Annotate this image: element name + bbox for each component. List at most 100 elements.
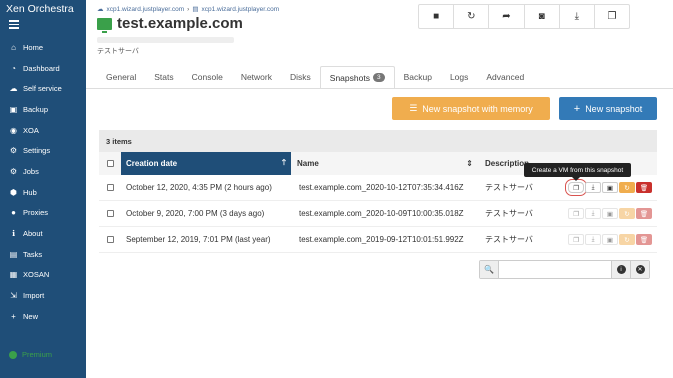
chevron-right-icon: ›	[187, 5, 190, 13]
sidebar-item-jobs[interactable]: ⚙ Jobs	[0, 161, 86, 182]
snapshot-button[interactable]: ◙	[525, 5, 560, 28]
tab-network[interactable]: Network	[232, 66, 281, 88]
jobs-icon: ⚙	[9, 166, 18, 176]
cloud-icon: ☁	[97, 6, 104, 13]
revert-snapshot-button[interactable]: ↻	[619, 208, 635, 219]
migrate-icon: ➦	[502, 11, 511, 22]
trash-icon: 🗑	[639, 210, 649, 218]
copy-button[interactable]: ❐	[595, 5, 629, 28]
export-button[interactable]: ⤓	[560, 5, 595, 28]
files-icon: ▣	[606, 236, 614, 244]
revert-snapshot-button[interactable]: ↻	[619, 234, 635, 245]
plus-icon: +	[11, 311, 16, 321]
search-input[interactable]	[499, 261, 611, 278]
restart-button[interactable]: ↻	[454, 5, 490, 28]
sidebar-item-import[interactable]: ⇲ Import	[0, 285, 86, 306]
home-icon: ⌂	[11, 42, 16, 52]
revert-icon: ↻	[624, 210, 630, 218]
cell-description[interactable]: テストサーバ	[485, 182, 568, 193]
copy-icon: ❐	[573, 236, 579, 244]
server-icon: ▤	[192, 6, 199, 13]
select-all-checkbox[interactable]	[106, 160, 114, 167]
cell-description[interactable]: テストサーバ	[485, 208, 568, 219]
new-snapshot-with-memory-button[interactable]: ☰ New snapshot with memory	[392, 97, 550, 120]
menu-toggle-icon[interactable]	[9, 20, 19, 29]
column-header-creation-date[interactable]: Creation date 🡑	[121, 152, 291, 175]
sidebar-item-dashboard[interactable]: ◔ Dashboard	[0, 58, 86, 79]
tab-advanced[interactable]: Advanced	[477, 66, 533, 88]
breadcrumb-host[interactable]: xcp1.wizard.justplayer.com	[202, 6, 280, 13]
cell-name[interactable]: test.example.com_2020-10-12T07:35:34.416…	[297, 183, 485, 192]
filter-help-button[interactable]: i	[611, 261, 630, 278]
column-header-name[interactable]: Name ⇕	[297, 159, 479, 168]
premium-icon	[9, 350, 17, 359]
create-vm-from-snapshot-button[interactable]: ❐	[565, 179, 587, 196]
tab-console[interactable]: Console	[183, 66, 232, 88]
sidebar-item-settings[interactable]: ⚙ Settings	[0, 140, 86, 161]
vm-name[interactable]: test.example.com	[117, 15, 243, 32]
sidebar-item-hub[interactable]: ⬢ Hub	[0, 182, 86, 203]
info-icon: i	[616, 265, 626, 274]
column-header-description[interactable]: Description	[479, 159, 529, 168]
migrate-button[interactable]: ➦	[489, 5, 525, 28]
tab-general[interactable]: General	[97, 66, 145, 88]
app-title[interactable]: Xen Orchestra	[6, 3, 74, 15]
breadcrumb-pool[interactable]: xcp1.wizard.justplayer.com	[107, 6, 185, 13]
sidebar-item-proxies[interactable]: ● Proxies	[0, 203, 86, 224]
delete-snapshot-button[interactable]: 🗑	[636, 182, 652, 193]
delete-snapshot-button[interactable]: 🗑	[636, 234, 652, 245]
sidebar-item-about[interactable]: ℹ About	[0, 223, 86, 244]
sidebar-item-new[interactable]: + New	[0, 306, 86, 327]
cell-name[interactable]: test.example.com_2019-09-12T10:01:51.992…	[297, 235, 485, 244]
sliders-icon: ☰	[409, 103, 418, 113]
tab-logs[interactable]: Logs	[441, 66, 477, 88]
create-vm-from-snapshot-button[interactable]: ❐	[568, 208, 584, 219]
revert-snapshot-button[interactable]: ↻	[619, 182, 635, 193]
revert-icon: ↻	[624, 236, 630, 244]
cell-name[interactable]: test.example.com_2020-10-09T10:00:35.018…	[297, 209, 485, 218]
new-snapshot-button[interactable]: + New snapshot	[559, 97, 657, 120]
tooltip: Create a VM from this snapshot	[524, 163, 631, 181]
sidebar-item-self-service[interactable]: ☁ Self service	[0, 78, 86, 99]
tab-disks[interactable]: Disks	[281, 66, 320, 88]
export-snapshot-button[interactable]: ⤓	[585, 208, 601, 219]
export-snapshot-button[interactable]: ⤓	[585, 182, 601, 193]
vm-running-icon	[97, 17, 112, 33]
export-snapshot-button[interactable]: ⤓	[585, 234, 601, 245]
cell-creation-date: October 9, 2020, 7:00 PM (3 days ago)	[126, 209, 265, 218]
tab-label: Snapshots	[329, 72, 370, 83]
vm-description[interactable]: テストサーバ	[97, 46, 139, 56]
copy-snapshot-button[interactable]: ▣	[602, 208, 618, 219]
sidebar-item-tasks[interactable]: ▤ Tasks	[0, 244, 86, 265]
copy-icon: ❐	[607, 11, 617, 22]
cloud-icon: ☁	[9, 84, 18, 94]
sidebar-item-xosan[interactable]: ▦ XOSAN	[0, 265, 86, 286]
sort-icon: ⇕	[466, 159, 473, 168]
copy-snapshot-button[interactable]: ▣	[602, 234, 618, 245]
sidebar-item-label: Self service	[23, 84, 62, 94]
row-actions: ❐ ⤓ ▣ ↻ 🗑	[568, 234, 652, 245]
row-checkbox[interactable]	[106, 210, 114, 217]
cell-creation-date: October 12, 2020, 4:35 PM (2 hours ago)	[126, 183, 272, 192]
tab-stats[interactable]: Stats	[145, 66, 182, 88]
backup-icon: ▣	[9, 104, 18, 114]
delete-snapshot-button[interactable]: 🗑	[636, 208, 652, 219]
import-icon: ⇲	[10, 291, 17, 301]
cell-description[interactable]: テストサーバ	[485, 234, 568, 245]
row-checkbox[interactable]	[106, 184, 114, 191]
sidebar-item-xoa[interactable]: ◉ XOA	[0, 120, 86, 141]
sidebar-item-label: Dashboard	[23, 63, 60, 73]
sidebar-item-label: XOA	[23, 125, 39, 135]
row-actions: ❐ ⤓ ▣ ↻ 🗑	[565, 179, 652, 196]
premium-badge[interactable]: Premium	[9, 350, 52, 359]
stop-button[interactable]: ■	[419, 5, 455, 28]
clear-search-button[interactable]: ✕	[630, 261, 649, 278]
create-vm-from-snapshot-button[interactable]: ❐	[568, 234, 584, 245]
sidebar-item-label: Backup	[23, 104, 49, 114]
row-checkbox[interactable]	[106, 236, 114, 243]
sidebar-item-home[interactable]: ⌂ Home	[0, 37, 86, 58]
tab-backup[interactable]: Backup	[395, 66, 441, 88]
tab-snapshots[interactable]: Snapshots 3	[319, 66, 395, 88]
copy-snapshot-button[interactable]: ▣	[602, 182, 618, 193]
sidebar-item-backup[interactable]: ▣ Backup	[0, 99, 86, 120]
